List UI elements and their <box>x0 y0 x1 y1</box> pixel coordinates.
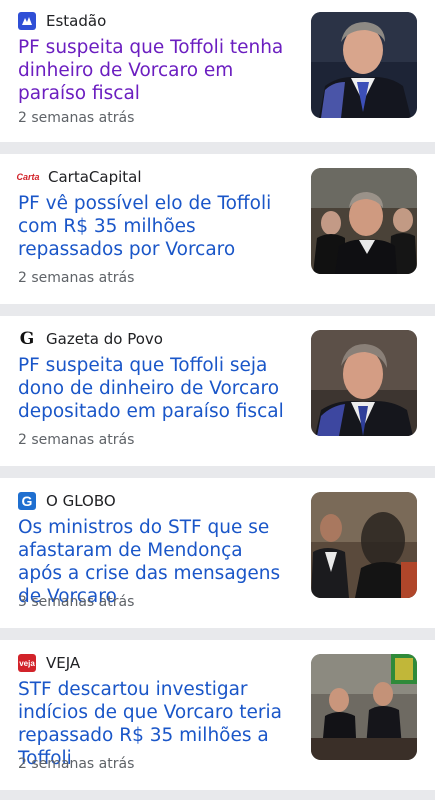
timestamp: 3 semanas atrás <box>18 594 135 610</box>
news-card[interactable]: G Gazeta do Povo PF suspeita que Toffoli… <box>0 316 435 466</box>
timestamp: 2 semanas atrás <box>18 756 135 772</box>
logo-text: G <box>19 329 35 349</box>
logo-text: veja <box>19 658 35 668</box>
thumbnail-image[interactable] <box>311 492 417 598</box>
source-name: Estadão <box>46 12 107 30</box>
source-row: G O GLOBO <box>18 492 116 510</box>
timestamp: 2 semanas atrás <box>18 110 135 126</box>
news-card[interactable]: G O GLOBO Os ministros do STF que se afa… <box>0 478 435 628</box>
logo-text: G <box>21 493 33 509</box>
thumbnail-image[interactable] <box>311 654 417 760</box>
news-feed: Estadão PF suspeita que Toffoli tenha di… <box>0 0 435 790</box>
news-card[interactable]: veja VEJA STF descartou investigar indíc… <box>0 640 435 790</box>
source-name: CartaCapital <box>48 168 142 186</box>
headline-link[interactable]: PF suspeita que Toffoli seja dono de din… <box>18 354 290 423</box>
source-name: O GLOBO <box>46 492 116 510</box>
gazeta-logo-icon: G <box>18 329 36 349</box>
timestamp: 2 semanas atrás <box>18 270 135 286</box>
logo-text: Carta <box>16 172 40 182</box>
cartacapital-logo-icon: Carta <box>16 168 40 186</box>
estadao-logo-icon <box>18 12 36 30</box>
thumbnail-image[interactable] <box>311 12 417 118</box>
headline-link[interactable]: PF vê possível elo de Toffoli com R$ 35 … <box>18 192 290 261</box>
source-name: Gazeta do Povo <box>46 330 163 348</box>
source-name: VEJA <box>46 654 81 672</box>
veja-logo-icon: veja <box>18 654 36 672</box>
news-card[interactable]: Estadão PF suspeita que Toffoli tenha di… <box>0 0 435 142</box>
source-row: Carta CartaCapital <box>16 168 142 186</box>
timestamp: 2 semanas atrás <box>18 432 135 448</box>
news-card[interactable]: Carta CartaCapital PF vê possível elo de… <box>0 154 435 304</box>
oglobo-logo-icon: G <box>18 492 36 510</box>
source-row: G Gazeta do Povo <box>18 329 163 349</box>
thumbnail-image[interactable] <box>311 168 417 274</box>
source-row: Estadão <box>18 12 106 30</box>
source-row: veja VEJA <box>18 654 80 672</box>
thumbnail-image[interactable] <box>311 330 417 436</box>
headline-link[interactable]: PF suspeita que Toffoli tenha dinheiro d… <box>18 36 290 105</box>
